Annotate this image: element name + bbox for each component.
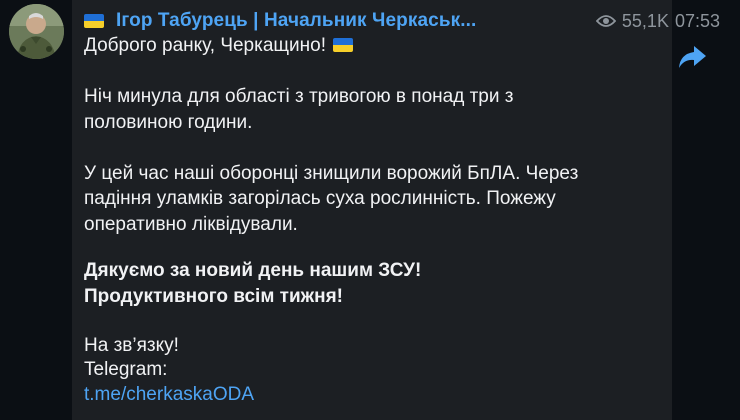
profile-photo: [9, 4, 64, 59]
message-bold-line: Дякуємо за новий день нашим ЗСУ!: [84, 260, 422, 281]
message-time: 07:53: [674, 10, 720, 31]
message-line: падіння уламків загорілась суха рослинні…: [84, 188, 556, 209]
message-line: У цей час наші оборонці знищили ворожий …: [84, 163, 579, 184]
message-closing: На зв’язку!: [84, 335, 179, 356]
share-forward-icon[interactable]: [676, 43, 708, 71]
view-count: 55,1K: [621, 10, 669, 31]
channel-header[interactable]: Ігор Табурець | Начальник Черкаськ...: [84, 9, 476, 33]
telegram-channel-view: Ігор Табурець | Начальник Черкаськ... 55…: [0, 0, 740, 420]
ukraine-flag-icon: [333, 38, 354, 52]
channel-name[interactable]: Ігор Табурець | Начальник Черкаськ...: [116, 10, 476, 32]
telegram-label: Telegram:: [84, 359, 168, 380]
ukraine-flag-icon: [84, 14, 104, 28]
greeting-text: Доброго ранку, Черкащино!: [84, 35, 327, 56]
message-bold-line: Продуктивного всім тижня!: [84, 286, 344, 307]
eye-icon: [595, 15, 616, 27]
message-line: половиною години.: [84, 112, 253, 133]
message-line: Ніч минула для області з тривогою в пона…: [84, 86, 514, 107]
telegram-link[interactable]: t.me/cherkaskaODA: [84, 382, 254, 407]
message-line: оперативно ліквідували.: [84, 214, 298, 235]
message-meta: 55,1K 07:53: [595, 9, 720, 33]
channel-avatar[interactable]: [9, 4, 64, 59]
message-greeting: Доброго ранку, Черкащино!: [84, 33, 644, 58]
